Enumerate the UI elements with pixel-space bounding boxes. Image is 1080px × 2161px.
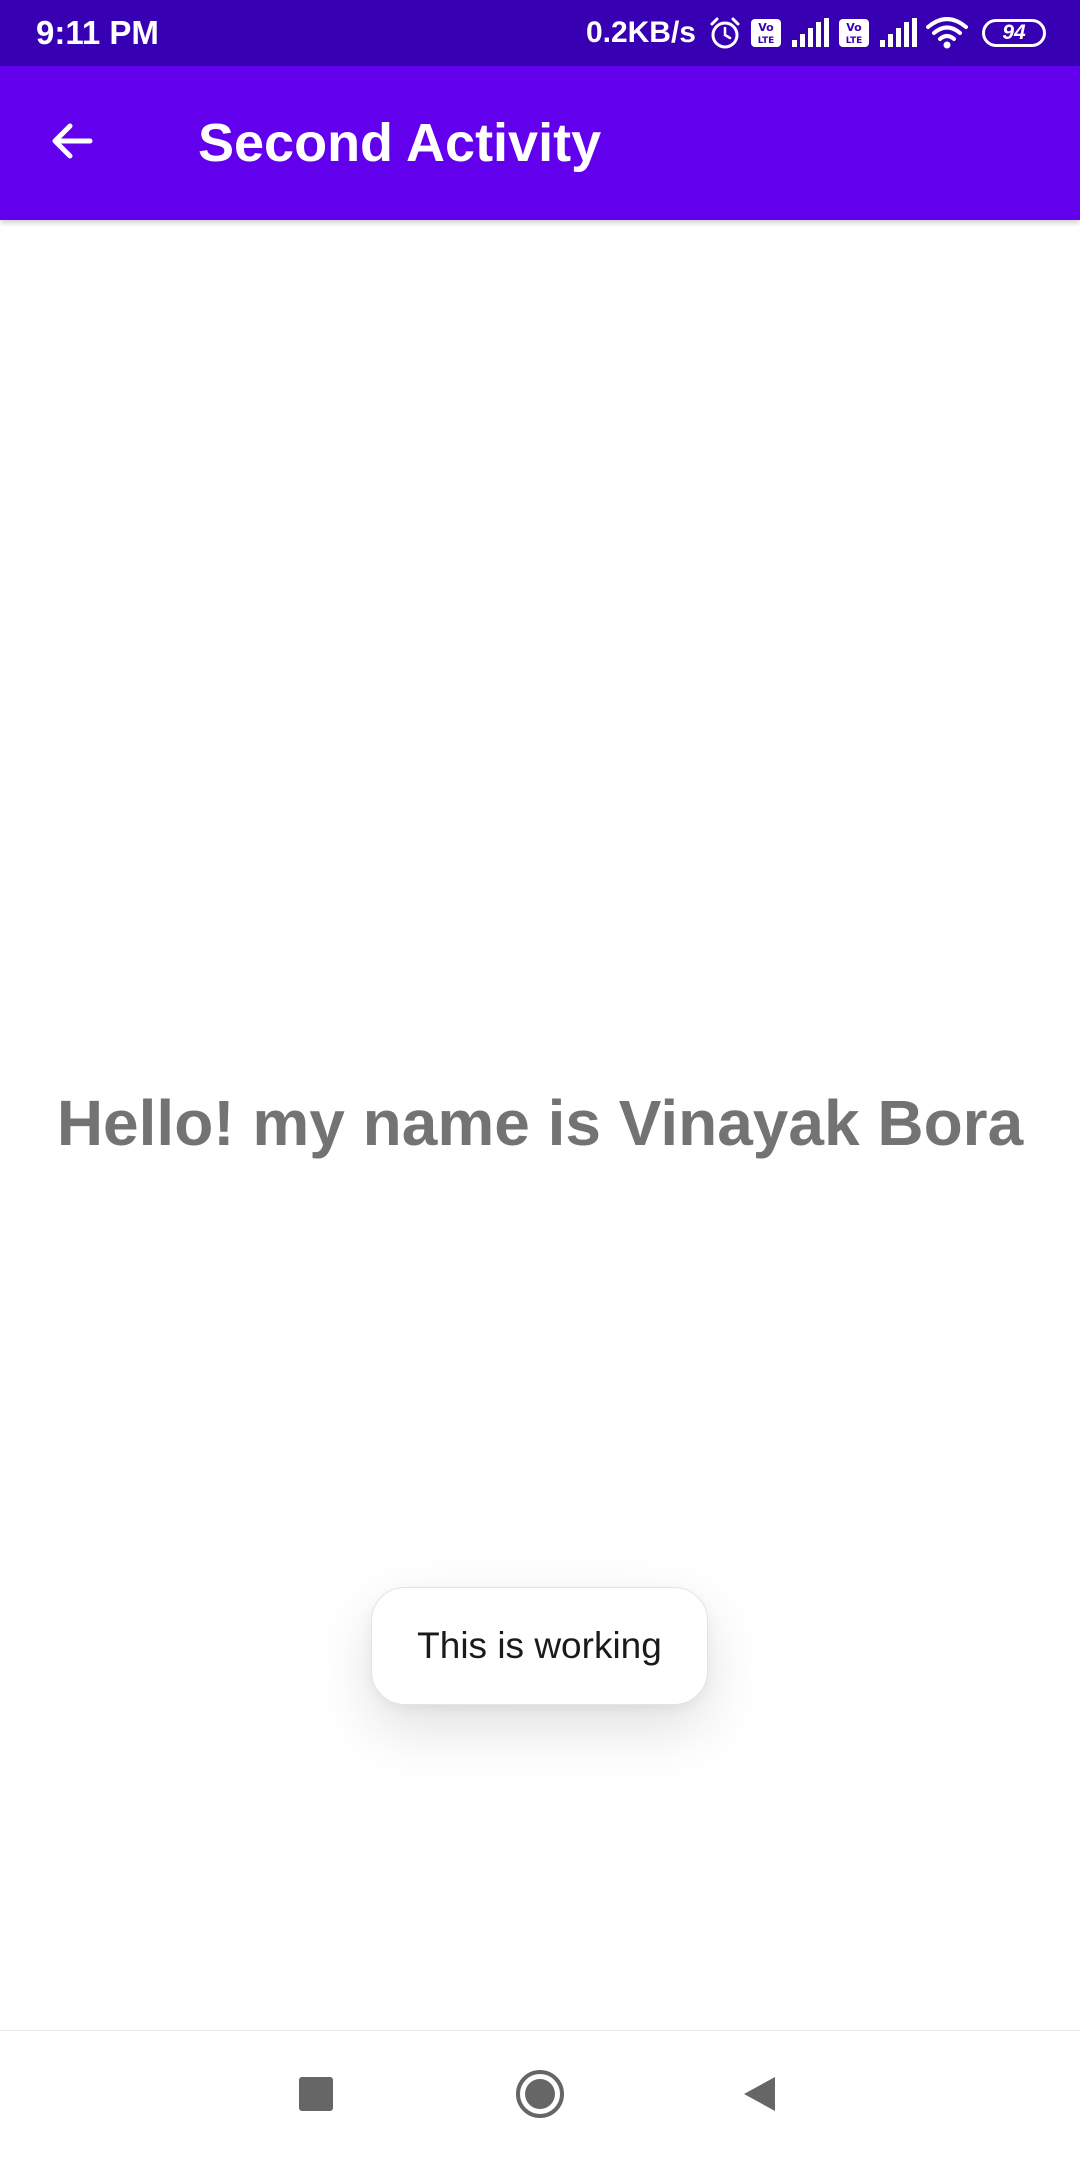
status-icons: 0.2KB/s Vo LTE Vo LTE 94 xyxy=(586,0,1046,66)
svg-text:Vo: Vo xyxy=(758,21,774,34)
arrow-left-icon xyxy=(48,117,96,170)
back-button[interactable] xyxy=(34,105,110,181)
volte-icon: Vo LTE xyxy=(750,18,782,48)
battery-level: 94 xyxy=(1002,21,1026,44)
recents-icon xyxy=(298,2076,334,2117)
status-time: 9:11 PM xyxy=(36,14,159,51)
volte-icon: Vo LTE xyxy=(838,18,870,48)
signal-icon xyxy=(790,18,830,48)
app-bar: Second Activity xyxy=(0,66,1080,220)
status-bar: 9:11 PM 0.2KB/s Vo LTE Vo LTE 94 xyxy=(0,0,1080,66)
alarm-icon xyxy=(708,16,742,50)
toast-message: This is working xyxy=(371,1587,708,1705)
navigation-bar xyxy=(0,2030,1080,2161)
signal-icon xyxy=(878,18,918,48)
greeting-text: Hello! my name is Vinayak Bora xyxy=(56,1087,1024,1159)
svg-text:Vo: Vo xyxy=(846,21,862,34)
network-speed: 0.2KB/s xyxy=(585,16,696,49)
svg-text:LTE: LTE xyxy=(758,36,775,46)
app-title: Second Activity xyxy=(198,113,602,173)
nav-back-button[interactable] xyxy=(725,2061,795,2131)
svg-text:LTE: LTE xyxy=(846,36,863,46)
recents-button[interactable] xyxy=(281,2061,351,2131)
home-icon xyxy=(514,2068,566,2125)
battery-icon: 94 xyxy=(982,19,1046,47)
back-icon xyxy=(740,2074,780,2119)
home-button[interactable] xyxy=(505,2061,575,2131)
wifi-icon xyxy=(926,17,968,49)
